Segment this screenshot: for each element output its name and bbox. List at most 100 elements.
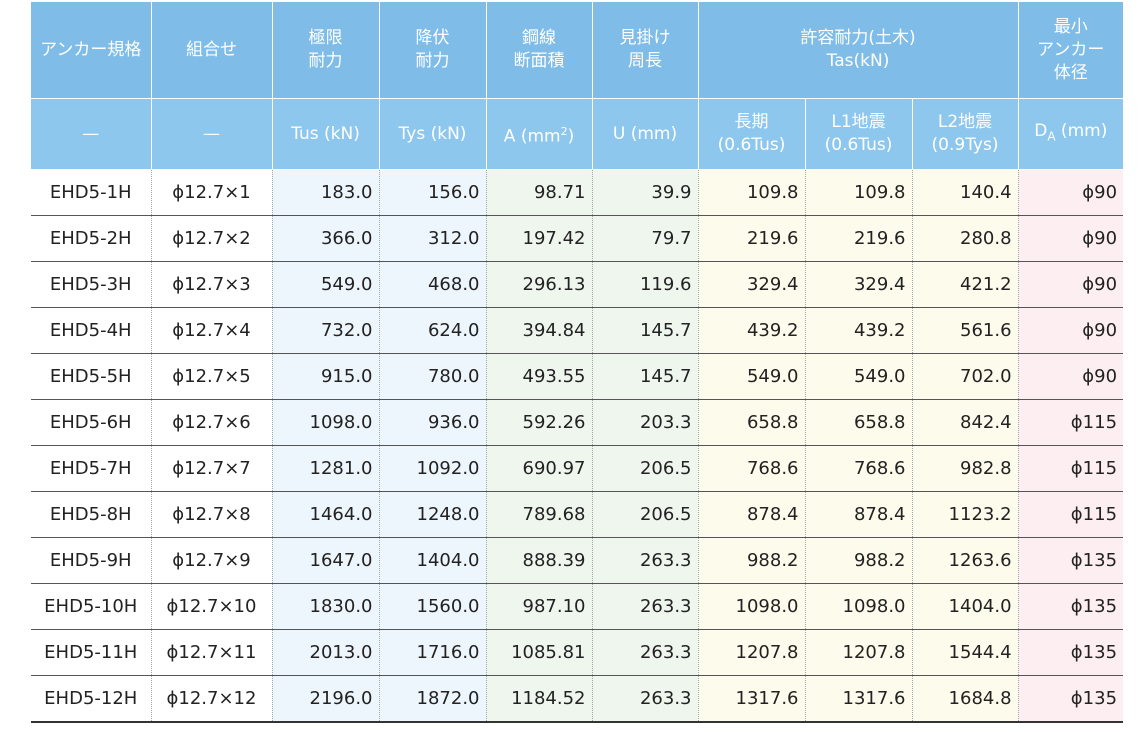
unit-long-line2: (0.6Tus): [717, 135, 786, 155]
cell-comb: ϕ12.7×9: [151, 537, 273, 584]
cell-l1: 549.0: [805, 353, 913, 400]
cell-u: 263.3: [592, 675, 699, 723]
table-row: EHD5-6H ϕ12.7×6 1098.0 936.0 592.26 203.3 658.…: [31, 399, 1124, 446]
cell-spec: EHD5-10H: [31, 583, 152, 630]
cell-tus: 1098.0: [272, 399, 380, 446]
cell-tus: 732.0: [272, 307, 380, 354]
cell-comb: ϕ12.7×4: [151, 307, 273, 354]
header-tus: 極限 耐力: [272, 2, 380, 99]
cell-da: ϕ135: [1018, 583, 1124, 630]
table-row: EHD5-7H ϕ12.7×7 1281.0 1092.0 690.97 206.5 768…: [31, 445, 1124, 492]
cell-area: 789.68: [486, 491, 593, 538]
cell-spec: EHD5-1H: [31, 169, 152, 216]
cell-spec: EHD5-9H: [31, 537, 152, 584]
cell-long: 1317.6: [698, 675, 806, 723]
table-row: EHD5-3H ϕ12.7×3 549.0 468.0 296.13 119.6 329.4…: [31, 261, 1124, 308]
cell-da: ϕ90: [1018, 261, 1124, 308]
cell-long: 549.0: [698, 353, 806, 400]
header-tys-line1: 降伏: [415, 28, 450, 48]
cell-tus: 1830.0: [272, 583, 380, 630]
cell-long: 768.6: [698, 445, 806, 492]
cell-spec: EHD5-12H: [31, 675, 152, 723]
cell-area: 98.71: [486, 169, 593, 216]
table-header: アンカー規格 組合せ 極限 耐力 降伏 耐力 鋼線 断面積 見掛け 周長 許容耐力(土木…: [31, 2, 1124, 170]
unit-u: U (mm): [592, 98, 699, 170]
cell-u: 206.5: [592, 445, 699, 492]
cell-l2: 1544.4: [912, 629, 1019, 676]
cell-spec: EHD5-8H: [31, 491, 152, 538]
cell-comb: ϕ12.7×8: [151, 491, 273, 538]
cell-da: ϕ115: [1018, 399, 1124, 446]
cell-comb: ϕ12.7×3: [151, 261, 273, 308]
header-comb-label: 組合せ: [186, 39, 237, 60]
cell-l1: 658.8: [805, 399, 913, 446]
unit-l2-line1: L2地震: [937, 112, 993, 132]
cell-spec: EHD5-11H: [31, 629, 152, 676]
cell-l1: 219.6: [805, 215, 913, 262]
unit-spec-label: —: [82, 123, 100, 144]
header-u-line1: 見掛け: [619, 28, 671, 48]
table-row: EHD5-10H ϕ12.7×10 1830.0 1560.0 987.10 263.3 1…: [31, 583, 1124, 630]
header-da-line2: アンカー: [1037, 39, 1105, 60]
unit-u-label: U (mm): [612, 123, 678, 144]
unit-area-suffix: ): [567, 126, 575, 147]
cell-da: ϕ90: [1018, 169, 1124, 216]
cell-long: 1207.8: [698, 629, 806, 676]
unit-l1: L1地震 (0.6Tus): [805, 98, 913, 170]
cell-l2: 1123.2: [912, 491, 1019, 538]
cell-long: 1098.0: [698, 583, 806, 630]
table-body: EHD5-1H ϕ12.7×1 183.0 156.0 98.71 39.9 109.8 10…: [31, 169, 1124, 723]
cell-l1: 1317.6: [805, 675, 913, 723]
cell-area: 1085.81: [486, 629, 593, 676]
cell-area: 987.10: [486, 583, 593, 630]
header-tys: 降伏 耐力: [379, 2, 487, 99]
unit-l1-line1: L1地震: [831, 112, 886, 132]
cell-da: ϕ90: [1018, 307, 1124, 354]
cell-l2: 280.8: [912, 215, 1019, 262]
cell-tys: 780.0: [379, 353, 487, 400]
cell-comb: ϕ12.7×1: [151, 169, 273, 216]
cell-spec: EHD5-5H: [31, 353, 152, 400]
header-tas-line2: Tas(kN): [826, 51, 890, 71]
table-row: EHD5-8H ϕ12.7×8 1464.0 1248.0 789.68 206.5 878…: [31, 491, 1124, 538]
unit-tys-label: Tys (kN): [398, 123, 467, 144]
anchor-spec-table-container: アンカー規格 組合せ 極限 耐力 降伏 耐力 鋼線 断面積 見掛け 周長 許容耐力(土木…: [31, 2, 1124, 723]
unit-da-prefix: D: [1034, 120, 1048, 141]
cell-long: 219.6: [698, 215, 806, 262]
table-row: EHD5-1H ϕ12.7×1 183.0 156.0 98.71 39.9 109.8 10…: [31, 169, 1124, 216]
cell-da: ϕ90: [1018, 215, 1124, 262]
cell-l2: 561.6: [912, 307, 1019, 354]
cell-tus: 549.0: [272, 261, 380, 308]
cell-l1: 329.4: [805, 261, 913, 308]
cell-da: ϕ135: [1018, 675, 1124, 723]
table-row: EHD5-5H ϕ12.7×5 915.0 780.0 493.55 145.7 549.0…: [31, 353, 1124, 400]
cell-l1: 878.4: [805, 491, 913, 538]
unit-tus: Tus (kN): [272, 98, 380, 170]
cell-l1: 1207.8: [805, 629, 913, 676]
cell-tus: 1464.0: [272, 491, 380, 538]
anchor-spec-table: アンカー規格 組合せ 極限 耐力 降伏 耐力 鋼線 断面積 見掛け 周長 許容耐力(土木…: [31, 2, 1124, 723]
cell-tys: 936.0: [379, 399, 487, 446]
cell-area: 197.42: [486, 215, 593, 262]
unit-long: 長期 (0.6Tus): [698, 98, 806, 170]
cell-spec: EHD5-4H: [31, 307, 152, 354]
header-area-line2: 断面積: [513, 51, 565, 71]
header-area: 鋼線 断面積: [486, 2, 593, 99]
cell-da: ϕ135: [1018, 629, 1124, 676]
header-tus-line1: 極限: [308, 28, 343, 48]
cell-l2: 140.4: [912, 169, 1019, 216]
cell-u: 39.9: [592, 169, 699, 216]
cell-u: 263.3: [592, 583, 699, 630]
unit-spec: —: [31, 98, 152, 170]
unit-l1-line2: (0.6Tus): [824, 135, 893, 155]
unit-comb-label: —: [203, 123, 220, 144]
cell-area: 296.13: [486, 261, 593, 308]
cell-long: 329.4: [698, 261, 806, 308]
cell-tys: 312.0: [379, 215, 487, 262]
cell-l2: 842.4: [912, 399, 1019, 446]
cell-l1: 768.6: [805, 445, 913, 492]
cell-l1: 109.8: [805, 169, 913, 216]
table-row: EHD5-4H ϕ12.7×4 732.0 624.0 394.84 145.7 439.2…: [31, 307, 1124, 354]
cell-u: 263.3: [592, 537, 699, 584]
cell-area: 888.39: [486, 537, 593, 584]
